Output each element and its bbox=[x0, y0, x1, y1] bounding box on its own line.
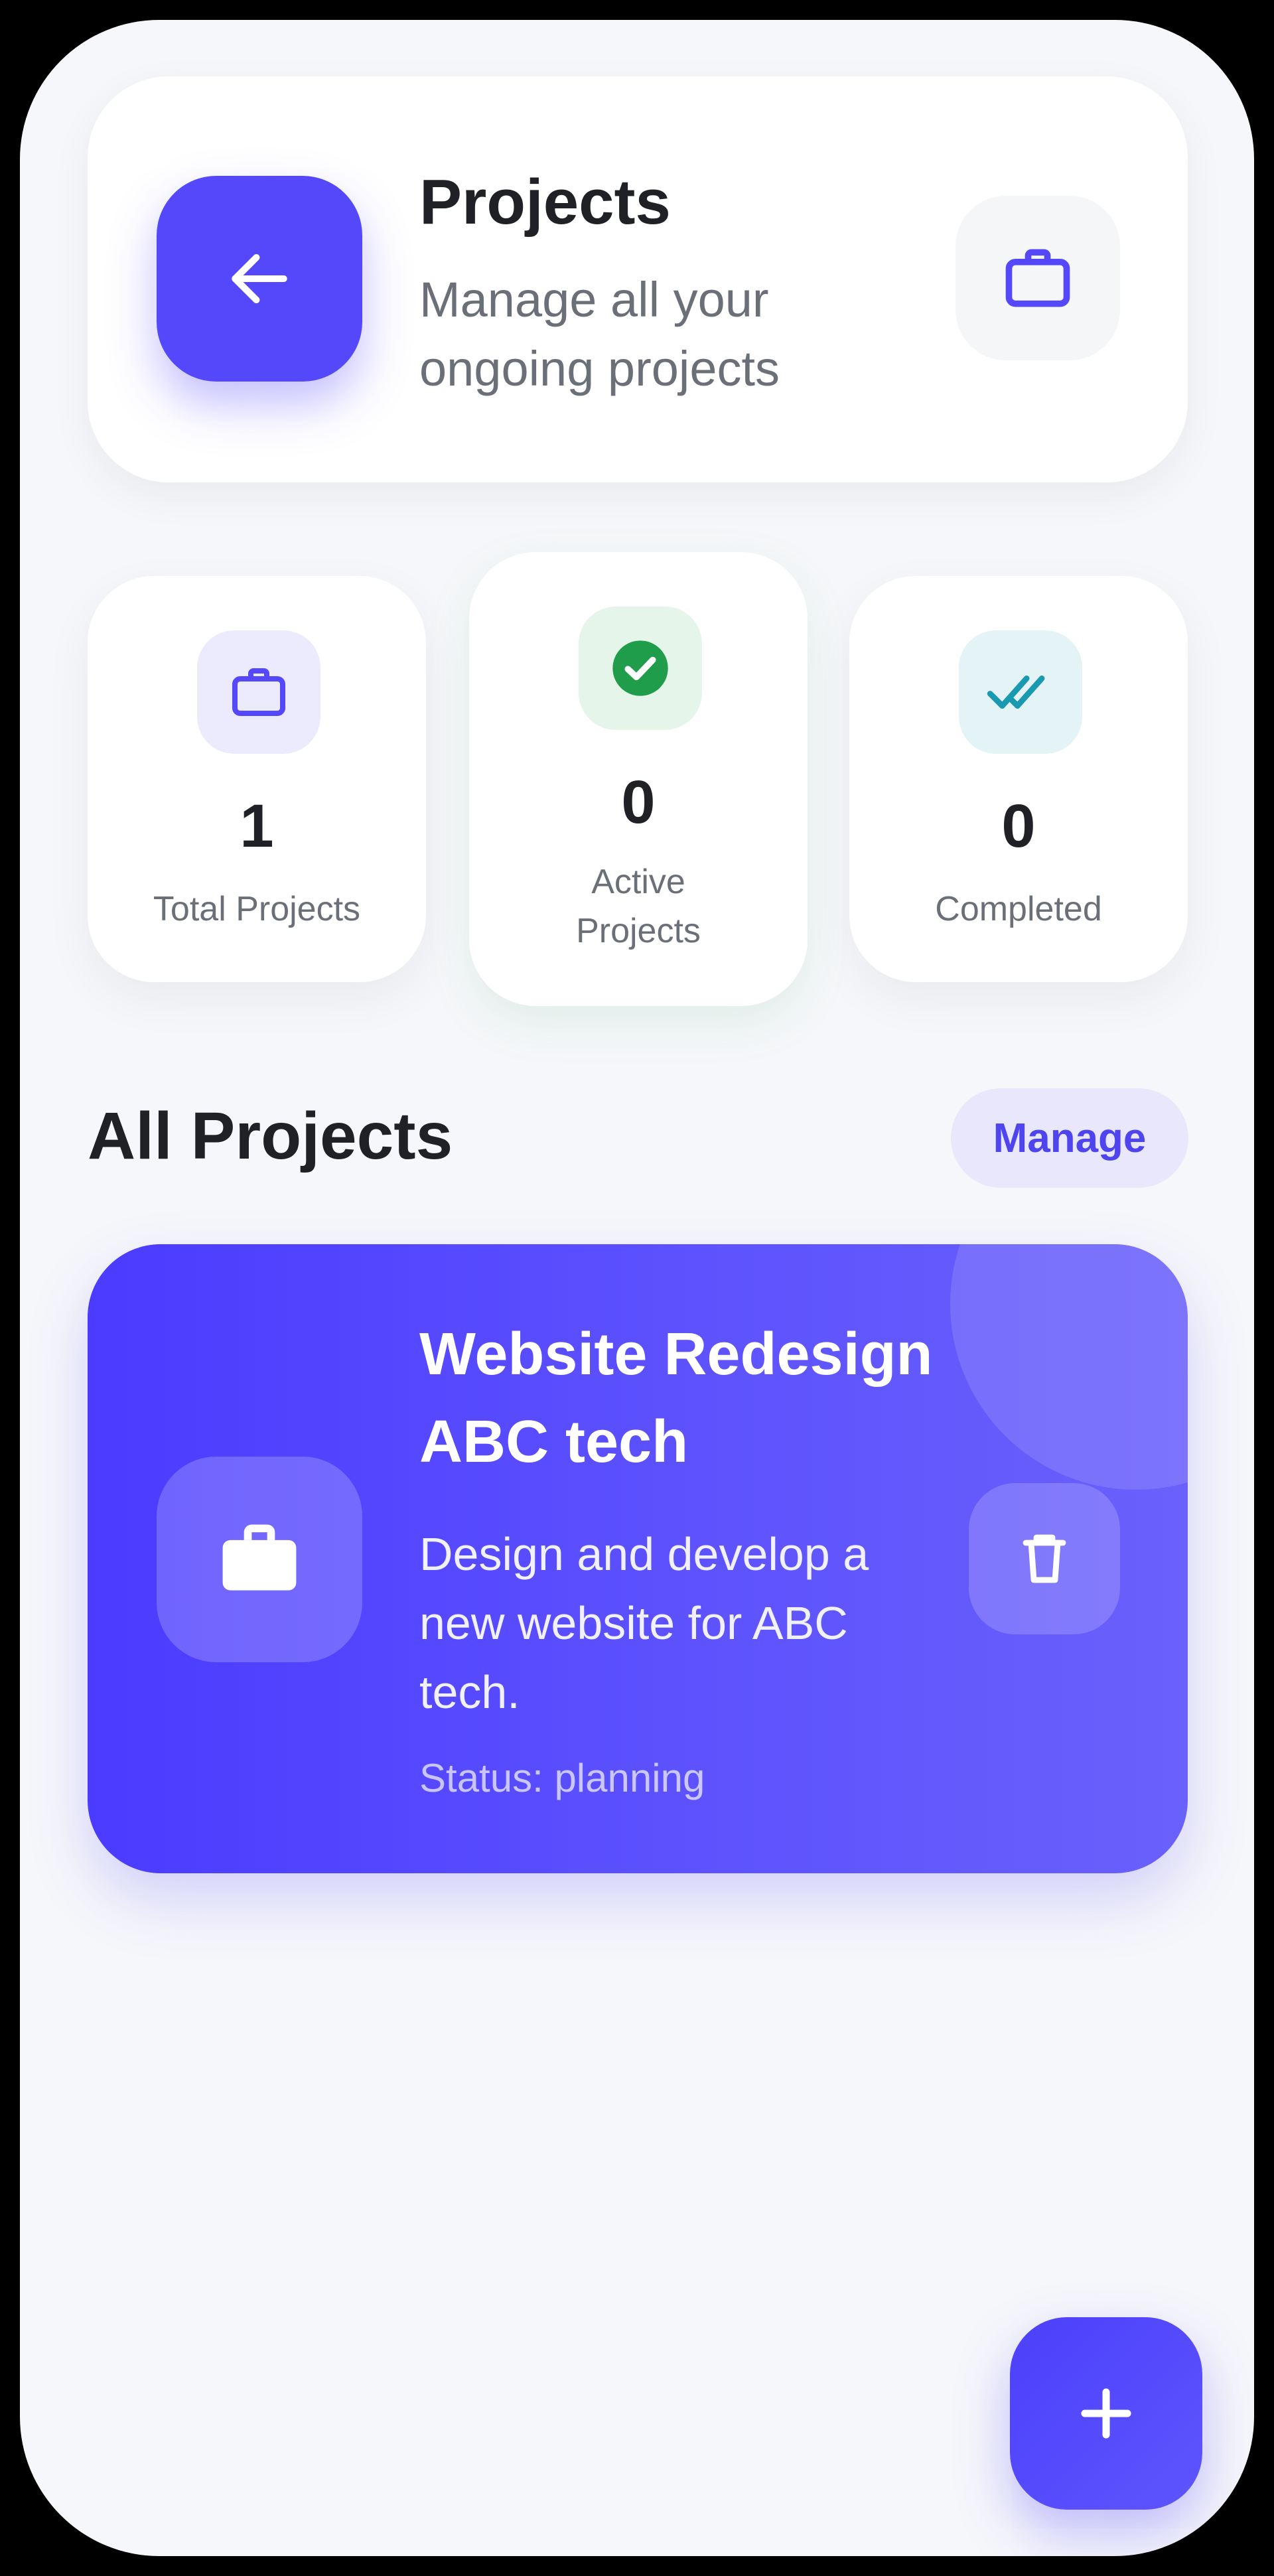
manage-button[interactable]: Manage bbox=[951, 1088, 1188, 1188]
header-briefcase-badge bbox=[956, 196, 1120, 360]
stat-label: Completed bbox=[935, 890, 1102, 928]
decorative-circle bbox=[950, 1244, 1188, 1490]
project-status: Status: planning bbox=[419, 1756, 705, 1800]
stat-card-total-projects: 1 Total Projects bbox=[88, 576, 426, 982]
check-circle-icon bbox=[612, 640, 668, 696]
stat-icon-box bbox=[579, 607, 702, 730]
page-title: Projects bbox=[419, 167, 671, 238]
briefcase-icon bbox=[232, 668, 285, 716]
back-button[interactable] bbox=[157, 176, 362, 382]
add-project-button[interactable] bbox=[1010, 2317, 1202, 2510]
project-icon-box bbox=[157, 1457, 362, 1662]
stat-value: 0 bbox=[1001, 792, 1036, 860]
briefcase-icon bbox=[1005, 249, 1070, 307]
trash-icon bbox=[1023, 1534, 1066, 1583]
delete-project-button[interactable] bbox=[969, 1483, 1120, 1634]
arrow-left-icon bbox=[232, 253, 287, 304]
briefcase-icon bbox=[222, 1524, 297, 1591]
page-subtitle: Manage all your ongoing projects bbox=[419, 272, 780, 396]
stat-label: Total Projects bbox=[153, 890, 361, 928]
device-frame: Projects Manage all your ongoing project… bbox=[0, 0, 1274, 2576]
stat-label: Active Projects bbox=[576, 863, 701, 950]
stat-icon-box bbox=[959, 630, 1082, 754]
stat-icon-box bbox=[197, 630, 320, 754]
project-description: Design and develop a new website for ABC… bbox=[419, 1528, 869, 1718]
project-title: Website Redesign ABC tech bbox=[419, 1321, 933, 1475]
section-title: All Projects bbox=[88, 1099, 453, 1173]
stat-value: 0 bbox=[621, 768, 656, 836]
stat-value: 1 bbox=[240, 792, 274, 860]
project-card[interactable]: Website Redesign ABC tech Design and dev… bbox=[88, 1244, 1188, 1873]
stat-card-completed: 0 Completed bbox=[849, 576, 1188, 982]
plus-icon bbox=[1081, 2388, 1131, 2439]
stat-card-active-projects: 0 Active Projects bbox=[469, 552, 808, 1006]
app-screen: Projects Manage all your ongoing project… bbox=[20, 20, 1254, 2556]
double-check-icon bbox=[987, 676, 1045, 709]
header-card: Projects Manage all your ongoing project… bbox=[88, 76, 1188, 482]
